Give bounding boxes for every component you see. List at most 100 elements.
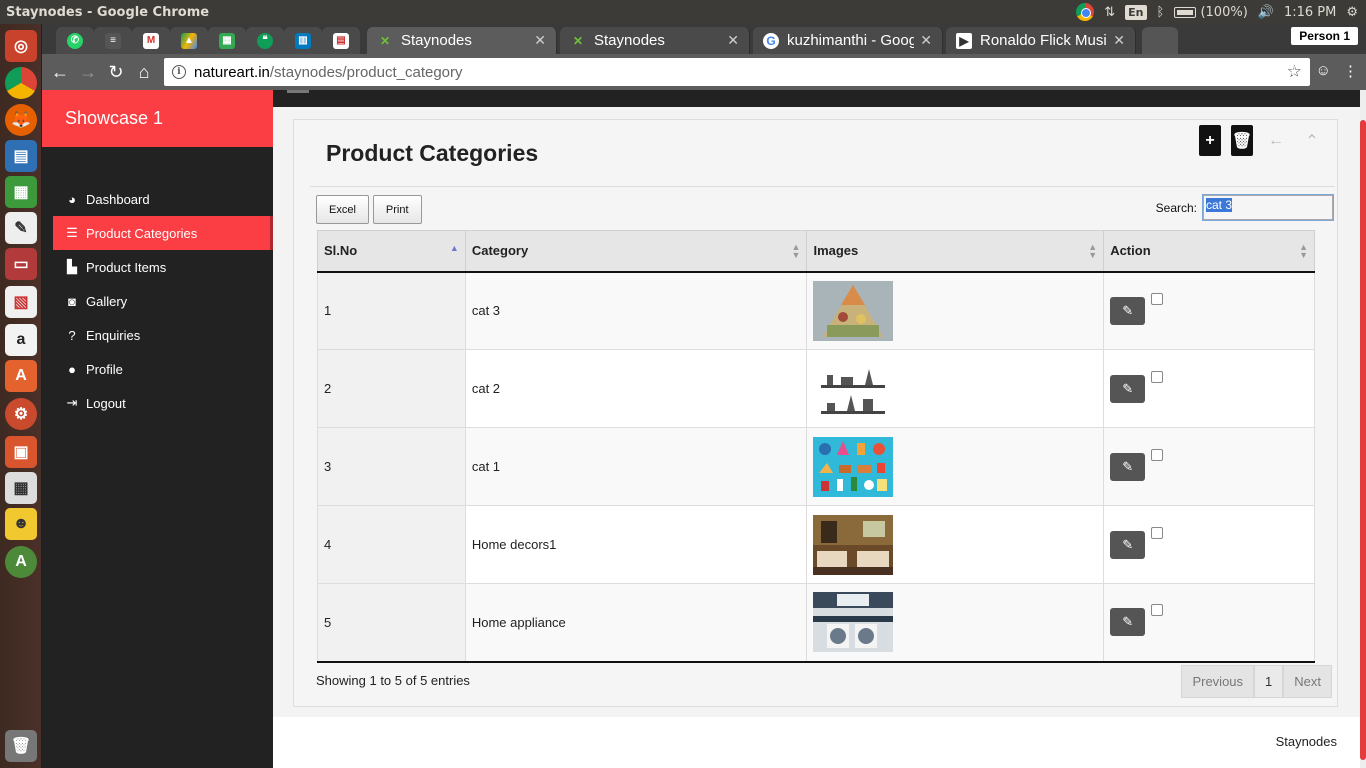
row-checkbox[interactable] xyxy=(1151,604,1164,617)
address-bar[interactable]: i natureart.in/staynodes/product_categor… xyxy=(164,58,1310,86)
row-checkbox[interactable] xyxy=(1151,292,1164,305)
brand-title[interactable]: Showcase 1 xyxy=(42,90,273,147)
pinned-tab-gmail[interactable]: M xyxy=(132,27,170,54)
home-icon[interactable]: ⌂ xyxy=(130,58,158,86)
archive-launcher-icon[interactable]: ▣ xyxy=(5,436,37,468)
column-header-images[interactable]: Images ▲ ▼ xyxy=(806,230,1105,273)
bluetooth-icon[interactable]: ᛒ xyxy=(1157,5,1165,20)
calc-launcher-icon[interactable]: ▦ xyxy=(5,176,37,208)
search-input[interactable]: cat 3 xyxy=(1203,195,1333,220)
network-icon[interactable]: ⇅ xyxy=(1104,5,1115,20)
back-arrow-icon[interactable]: ← xyxy=(46,58,74,86)
pinned-tab-drive[interactable]: ▲ xyxy=(170,27,208,54)
menu-toggle-icon[interactable] xyxy=(287,90,309,93)
software-center-launcher-icon[interactable]: A xyxy=(5,360,37,392)
close-tab-icon[interactable]: ✕ xyxy=(534,32,546,49)
new-tab-button[interactable] xyxy=(1142,27,1178,54)
ubuntu-dash-icon[interactable]: ◎ xyxy=(5,30,37,62)
menu-kebab-icon[interactable]: ⋮ xyxy=(1343,62,1358,80)
firefox-launcher-icon[interactable]: 🦊 xyxy=(5,104,37,136)
impress-launcher-icon[interactable]: ▧ xyxy=(5,286,37,318)
writer-launcher-icon[interactable]: ▤ xyxy=(5,140,37,172)
sidebar-item-product-categories[interactable]: ☰ Product Categories xyxy=(53,216,273,250)
calculator-launcher-icon[interactable]: ▦ xyxy=(5,472,37,504)
page-1-button[interactable]: 1 xyxy=(1254,665,1284,698)
site-icon: ≡ xyxy=(105,32,121,49)
edit-icon[interactable]: ✎ xyxy=(1110,530,1146,559)
site-info-icon[interactable]: i xyxy=(172,65,186,79)
pinned-tab-calendar[interactable]: ▤ xyxy=(322,27,360,54)
tab-staynodes-active[interactable]: ✕ Staynodes ✕ xyxy=(367,27,557,54)
column-header-category[interactable]: Category ▲ ▼ xyxy=(464,230,808,273)
extension-face-icon[interactable]: ☺ xyxy=(1316,62,1331,80)
edit-icon[interactable]: ✎ xyxy=(1110,374,1146,403)
edit-icon[interactable]: ✎ xyxy=(1110,608,1146,637)
android-studio-launcher-icon[interactable]: A xyxy=(5,546,37,578)
excel-button[interactable]: Excel xyxy=(316,195,369,224)
tab-google-search[interactable]: G kuzhimanthi - Goog ✕ xyxy=(753,27,943,54)
tab-staynodes[interactable]: ✕ Staynodes ✕ xyxy=(560,27,750,54)
volume-icon[interactable]: 🔊 xyxy=(1258,5,1274,20)
category-thumbnail-bedroom[interactable] xyxy=(813,514,894,575)
sidebar-item-profile[interactable]: ● Profile xyxy=(42,352,273,386)
previous-page-button[interactable]: Previous xyxy=(1181,665,1255,698)
sidebar-item-enquiries[interactable]: ? Enquiries xyxy=(42,318,273,352)
pinned-tab-trello[interactable]: ▥ xyxy=(284,27,322,54)
keyboard-layout-indicator[interactable]: En xyxy=(1125,4,1147,20)
sidebar-item-gallery[interactable]: ◙ Gallery xyxy=(42,284,273,318)
collapse-chevron-up-icon[interactable]: ⌃ xyxy=(1299,131,1325,151)
sidebar-item-logout[interactable]: ⇥ Logout xyxy=(42,386,273,420)
chrome-launcher-icon[interactable] xyxy=(5,67,37,99)
pinned-tab-whatsapp[interactable]: ✆ xyxy=(56,27,94,54)
profile-button[interactable]: Person 1 xyxy=(1291,27,1358,45)
reload-icon[interactable]: ↻ xyxy=(102,58,130,86)
add-category-button[interactable]: + xyxy=(1199,125,1221,156)
system-settings-launcher-icon[interactable]: ⚙ xyxy=(5,398,37,430)
category-thumbnail-food-icons[interactable] xyxy=(813,436,894,497)
trash-launcher-icon[interactable]: 🗑 xyxy=(5,730,37,762)
row-checkbox[interactable] xyxy=(1151,370,1164,383)
settings-gear-icon[interactable]: ⚙ xyxy=(1346,5,1358,20)
system-tray: ⇅ En ᛒ (100%) 🔊 1:16 PM ⚙ xyxy=(1076,3,1366,21)
sidebar-item-dashboard[interactable]: ◕ Dashboard xyxy=(42,182,273,216)
close-tab-icon[interactable]: ✕ xyxy=(920,32,932,49)
page-scrollbar[interactable] xyxy=(1360,90,1366,768)
clock[interactable]: 1:16 PM xyxy=(1284,5,1336,20)
tab-ronaldo[interactable]: ▶ Ronaldo Flick Music ✕ xyxy=(946,27,1136,54)
table-row: 5 Home appliance ✎ xyxy=(317,583,1315,663)
gmail-icon: M xyxy=(143,32,159,49)
list-icon: ☰ xyxy=(66,225,78,240)
game-launcher-icon[interactable]: ☻ xyxy=(5,508,37,540)
divider xyxy=(310,186,1335,187)
column-header-action[interactable]: Action ▲ ▼ xyxy=(1103,230,1315,273)
edit-icon[interactable]: ✎ xyxy=(1110,452,1146,481)
battery-indicator[interactable]: (100%) xyxy=(1174,5,1248,20)
edit-icon[interactable]: ✎ xyxy=(1110,296,1146,325)
back-arrow-icon[interactable]: ← xyxy=(1263,132,1289,150)
category-thumbnail-laundry[interactable] xyxy=(813,592,894,653)
amazon-launcher-icon[interactable]: a xyxy=(5,324,37,356)
next-page-button[interactable]: Next xyxy=(1283,665,1332,698)
files-launcher-icon[interactable]: ▭ xyxy=(5,248,37,280)
close-tab-icon[interactable]: ✕ xyxy=(727,32,739,49)
extension-cube-icon[interactable]: ⬡ xyxy=(1291,62,1304,80)
category-thumbnail-shelves[interactable] xyxy=(813,358,894,419)
url-host: natureart.in xyxy=(194,63,270,81)
sidebar-item-product-items[interactable]: ▙ Product Items xyxy=(42,250,273,284)
close-tab-icon[interactable]: ✕ xyxy=(1113,32,1125,49)
category-thumbnail-food-pyramid[interactable] xyxy=(813,280,894,341)
column-header-slno[interactable]: Sl.No ▲ xyxy=(317,230,466,273)
scrollbar-thumb[interactable] xyxy=(1360,120,1366,760)
row-checkbox[interactable] xyxy=(1151,526,1164,539)
row-image-cell xyxy=(806,583,1105,663)
chrome-tray-icon[interactable] xyxy=(1076,3,1095,21)
text-editor-launcher-icon[interactable]: ✎ xyxy=(5,212,37,244)
pinned-tab-hangouts[interactable]: ❝ xyxy=(246,27,284,54)
print-button[interactable]: Print xyxy=(372,195,422,224)
row-checkbox[interactable] xyxy=(1151,448,1164,461)
pinned-tab-1[interactable]: ≡ xyxy=(94,27,132,54)
forward-arrow-icon[interactable]: → xyxy=(74,58,102,86)
delete-trash-icon[interactable]: 🗑 xyxy=(1231,125,1253,156)
sidebar-menu: ◕ Dashboard ☰ Product Categories ▙ Produ… xyxy=(42,182,273,420)
pinned-tab-sheets[interactable]: ▦ xyxy=(208,27,246,54)
